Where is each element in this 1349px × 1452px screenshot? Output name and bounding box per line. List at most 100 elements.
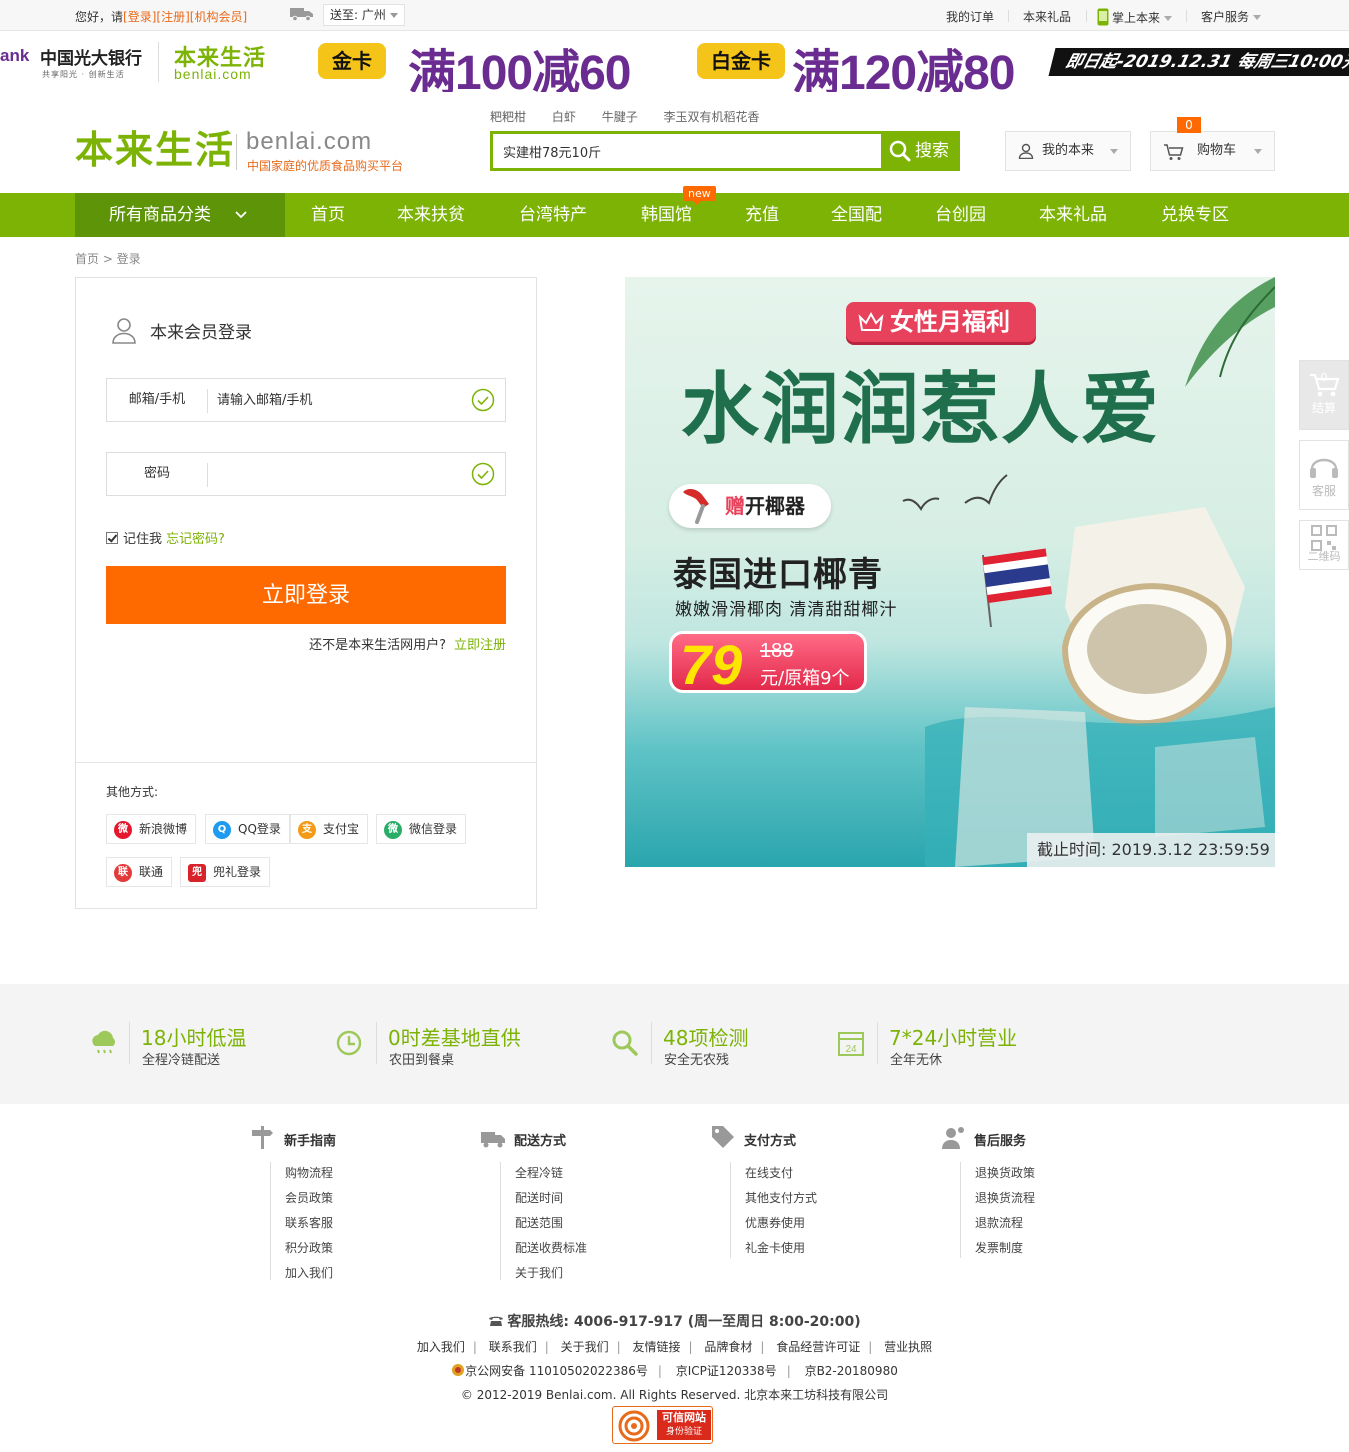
search-button-label: 搜索: [915, 141, 949, 161]
gifts-link[interactable]: 本来礼品: [1023, 8, 1071, 25]
qrcode-label: 二维码: [1307, 550, 1341, 563]
bank-name: 中国光大银行: [40, 49, 142, 69]
cart-button[interactable]: 购物车: [1150, 131, 1275, 171]
alipay-login-button[interactable]: 支支付宝: [290, 814, 369, 844]
footer-link[interactable]: 配送时间: [515, 1189, 563, 1206]
footer-link[interactable]: 退换货政策: [975, 1164, 1035, 1181]
footer-link[interactable]: 会员政策: [285, 1189, 333, 1206]
calendar-24-icon: 24: [838, 1032, 864, 1056]
qq-login-button[interactable]: Q QQ登录: [205, 814, 290, 844]
my-account-button[interactable]: 我的本来: [1005, 131, 1131, 171]
customer-service-link[interactable]: 客户服务: [1201, 8, 1262, 25]
weibo-login-button[interactable]: 微新浪微博: [106, 814, 197, 844]
bottom-link[interactable]: 友情链接: [632, 1340, 680, 1354]
account-input[interactable]: [217, 385, 457, 415]
footer-link[interactable]: 在线支付: [745, 1164, 793, 1181]
footer-link[interactable]: 发票制度: [975, 1239, 1023, 1256]
nav-item-gifts[interactable]: 本来礼品: [1039, 193, 1107, 237]
search-icon: [889, 140, 911, 162]
bottom-link[interactable]: 加入我们: [417, 1340, 465, 1354]
hot-word[interactable]: 李玉双有机稻花香: [664, 110, 760, 124]
search-button[interactable]: 搜索: [881, 131, 960, 171]
floating-qrcode[interactable]: 二维码: [1299, 520, 1349, 570]
footer-link[interactable]: 加入我们: [285, 1264, 333, 1281]
forgot-password-link[interactable]: 忘记密码?: [166, 532, 225, 547]
floating-service[interactable]: 客服: [1299, 440, 1349, 510]
alipay-icon: 支: [298, 821, 316, 839]
police-badge-icon: [452, 1364, 465, 1376]
login-panel: 本来会员登录 邮箱/手机 密码 记住我忘记密码? 立即登录 还不是本来生活网用户…: [75, 277, 537, 909]
footer-link[interactable]: 退换货流程: [975, 1189, 1035, 1206]
nav-item-poverty[interactable]: 本来扶贫: [397, 193, 465, 237]
douli-login-button[interactable]: 兜兜礼登录: [180, 857, 271, 887]
nav-item-home[interactable]: 首页: [311, 193, 345, 237]
magnifier-icon: [612, 1030, 638, 1056]
bottom-link[interactable]: 联系我们: [489, 1340, 537, 1354]
hot-word[interactable]: 牛腱子: [602, 110, 638, 124]
login-button[interactable]: 立即登录: [106, 566, 506, 624]
footer-link[interactable]: 退款流程: [975, 1214, 1023, 1231]
service-label: 客服: [1311, 484, 1336, 498]
record-text[interactable]: 京公网安备 11010502022386号: [465, 1364, 648, 1378]
register-link[interactable]: [注册]: [156, 10, 189, 24]
wechat-label: 微信登录: [409, 822, 458, 836]
divider: [129, 1022, 130, 1064]
record-text[interactable]: 京ICP证120338号: [676, 1364, 777, 1378]
phone-icon: [489, 1316, 504, 1326]
breadcrumb[interactable]: 首页 > 登录: [75, 250, 141, 267]
coconut-image: [925, 507, 1275, 867]
footer-link[interactable]: 积分政策: [285, 1239, 333, 1256]
weibo-label: 新浪微博: [139, 822, 188, 836]
all-categories-menu[interactable]: 所有商品分类: [75, 193, 285, 237]
password-input[interactable]: [217, 459, 457, 489]
footer-link[interactable]: 购物流程: [285, 1164, 333, 1181]
trusted-site-badge[interactable]: 可信网站 身份验证: [612, 1406, 713, 1444]
not-member-text: 还不是本来生活网用户?: [309, 638, 446, 653]
footer-link[interactable]: 关于我们: [515, 1264, 563, 1281]
account-field: 邮箱/手机: [106, 378, 506, 422]
wechat-login-button[interactable]: 微微信登录: [376, 814, 467, 844]
mobile-app-link[interactable]: 掌上本来: [1097, 8, 1173, 26]
bottom-link[interactable]: 食品经营许可证: [776, 1340, 860, 1354]
footer-link[interactable]: 其他支付方式: [745, 1189, 817, 1206]
footer-link[interactable]: 配送范围: [515, 1214, 563, 1231]
footer-link[interactable]: 全程冷链: [515, 1164, 563, 1181]
divider: [207, 463, 208, 487]
clock-icon: [336, 1030, 362, 1056]
org-member-link[interactable]: [机构会员]: [190, 10, 247, 24]
footer-link[interactable]: 联系客服: [285, 1214, 333, 1231]
nav-item-taiwan[interactable]: 台湾特产: [519, 193, 587, 237]
ship-to-selector[interactable]: 送至: 广州: [323, 4, 405, 26]
floating-cart-checkout[interactable]: 0 结算: [1299, 360, 1349, 430]
signpost-icon: [252, 1126, 273, 1149]
bottom-link[interactable]: 营业执照: [884, 1340, 932, 1354]
nav-item-exchange[interactable]: 兑换专区: [1161, 193, 1229, 237]
divider: [730, 1162, 731, 1258]
promo-banner[interactable]: ank 中国光大银行 共享阳光 · 创新生活 本来生活 benlai.com 金…: [0, 32, 1349, 92]
login-link[interactable]: [登录]: [123, 10, 156, 24]
nav-item-nationwide[interactable]: 全国配: [831, 193, 882, 237]
hot-word[interactable]: 白虾: [552, 110, 576, 124]
footer-link[interactable]: 礼金卡使用: [745, 1239, 805, 1256]
register-now-link[interactable]: 立即注册: [454, 638, 506, 653]
floating-cart-count: 0: [1320, 371, 1328, 384]
nav-item-recharge[interactable]: 充值: [745, 193, 779, 237]
divider: [1186, 10, 1187, 22]
unicom-login-button[interactable]: 联联通: [106, 857, 173, 887]
product-subtitle: 嫩嫩滑滑椰肉 清清甜甜椰汁: [675, 600, 898, 620]
footer-link[interactable]: 优惠券使用: [745, 1214, 805, 1231]
nav-item-taichuang[interactable]: 台创园: [935, 193, 986, 237]
footer-link[interactable]: 配送收费标准: [515, 1239, 587, 1256]
qq-label: QQ登录: [238, 822, 281, 836]
site-logo[interactable]: 本来生活: [75, 128, 235, 172]
douli-label: 兜礼登录: [213, 865, 262, 879]
hot-word[interactable]: 粑粑柑: [490, 110, 526, 124]
bottom-link[interactable]: 品牌食材: [704, 1340, 752, 1354]
footer-col-title: 售后服务: [974, 1134, 1027, 1149]
record-text[interactable]: 京B2-20180980: [805, 1364, 898, 1378]
bottom-link[interactable]: 关于我们: [561, 1340, 609, 1354]
search-input[interactable]: [493, 134, 881, 168]
remember-checkbox[interactable]: [106, 532, 118, 544]
my-orders-link[interactable]: 我的订单: [946, 8, 994, 25]
promo-coconut-banner[interactable]: 女性月福利 水润润惹人爱 赠开椰器 泰国进口椰青 嫩嫩滑滑椰肉 清清甜甜椰汁 7…: [625, 277, 1275, 867]
